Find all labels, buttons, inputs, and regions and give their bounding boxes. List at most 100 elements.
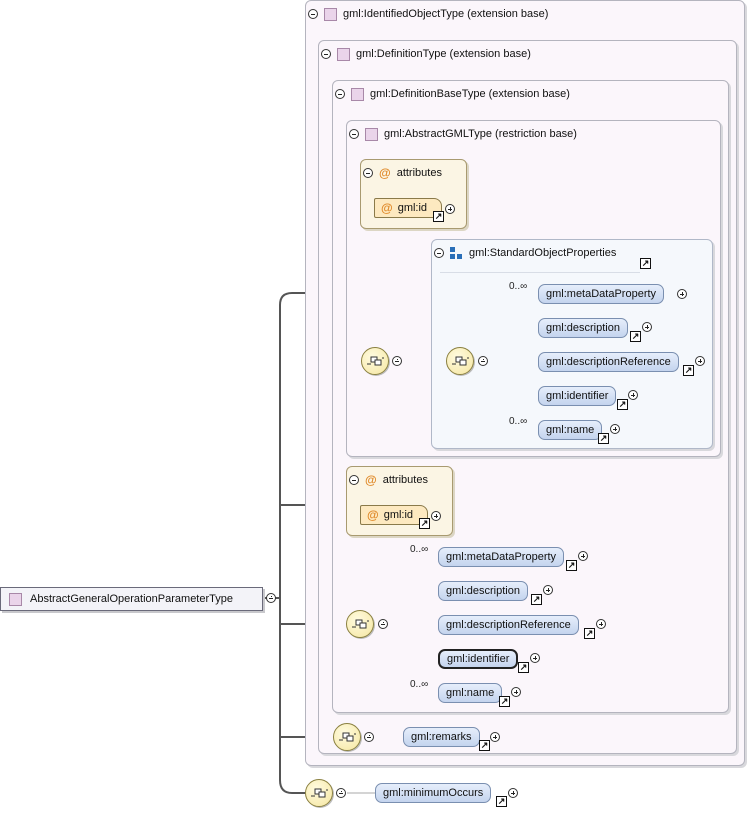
element-label: gml:description xyxy=(546,322,620,334)
element-label: gml:descriptionReference xyxy=(546,356,671,368)
complex-type-icon xyxy=(324,7,337,21)
expand-icon[interactable] xyxy=(628,390,638,400)
identified-object-type-label: gml:IdentifiedObjectType (extension base… xyxy=(343,8,549,20)
standard-object-properties-box xyxy=(431,239,713,449)
element-label: gml:minimumOccurs xyxy=(383,787,484,799)
occurrence-label: 0..∞ xyxy=(410,679,429,690)
expand-icon[interactable] xyxy=(578,551,588,561)
remarks-element[interactable]: gml:remarks xyxy=(403,727,480,747)
attributes-title: attributes xyxy=(382,474,428,486)
collapse-icon[interactable] xyxy=(392,356,402,366)
collapse-icon[interactable] xyxy=(363,168,373,178)
gml-id-attribute[interactable]: @ gml:id xyxy=(374,198,442,218)
expand-icon[interactable] xyxy=(596,619,606,629)
complex-type-icon xyxy=(337,47,350,61)
attribute-icon: @ xyxy=(365,473,377,487)
element-label: gml:metaDataProperty xyxy=(446,551,557,563)
element-label: gml:identifier xyxy=(447,653,510,665)
collapse-icon[interactable] xyxy=(308,9,318,19)
collapse-icon[interactable] xyxy=(266,593,276,603)
element-label: gml:description xyxy=(446,585,520,597)
root-type-label: AbstractGeneralOperationParameterType xyxy=(30,593,233,605)
reference-arrow-icon[interactable]: ↗ xyxy=(433,211,444,222)
sequence-compositor-icon[interactable] xyxy=(305,779,333,807)
reference-arrow-icon[interactable]: ↗ xyxy=(499,696,510,707)
sequence-compositor-icon[interactable] xyxy=(333,723,361,751)
def-element-name[interactable]: gml:name xyxy=(438,683,503,703)
occurrence-label: 0..∞ xyxy=(509,281,528,292)
complex-type-icon xyxy=(9,592,22,606)
expand-icon[interactable] xyxy=(445,204,455,214)
sop-element-name[interactable]: gml:name xyxy=(538,420,603,440)
attributes-header: @ attributes xyxy=(349,472,428,488)
reference-arrow-icon[interactable]: ↗ xyxy=(584,628,595,639)
reference-arrow-icon[interactable]: ↗ xyxy=(566,560,577,571)
identified-object-type-header: gml:IdentifiedObjectType (extension base… xyxy=(308,6,548,22)
abstract-gml-type-label: gml:AbstractGMLType (restriction base) xyxy=(384,128,577,140)
occurrence-label: 0..∞ xyxy=(410,544,429,555)
collapse-icon[interactable] xyxy=(349,129,359,139)
reference-arrow-icon[interactable]: ↗ xyxy=(630,331,641,342)
collapse-icon[interactable] xyxy=(321,49,331,59)
definition-base-type-label: gml:DefinitionBaseType (extension base) xyxy=(370,88,570,100)
def-element-descriptionreference[interactable]: gml:descriptionReference xyxy=(438,615,579,635)
sop-element-identifier[interactable]: gml:identifier xyxy=(538,386,617,406)
gml-id-label: gml:id xyxy=(383,509,414,521)
expand-icon[interactable] xyxy=(610,424,620,434)
reference-arrow-icon[interactable]: ↗ xyxy=(640,258,651,269)
sop-element-description[interactable]: gml:description xyxy=(538,318,628,338)
collapse-icon[interactable] xyxy=(335,89,345,99)
def-element-metadataproperty[interactable]: gml:metaDataProperty xyxy=(438,547,565,567)
standard-object-properties-header: gml:StandardObjectProperties xyxy=(434,245,616,261)
complex-type-icon xyxy=(365,127,378,141)
reference-arrow-icon[interactable]: ↗ xyxy=(531,594,542,605)
collapse-icon[interactable] xyxy=(378,619,388,629)
collapse-icon[interactable] xyxy=(364,732,374,742)
definition-type-header: gml:DefinitionType (extension base) xyxy=(321,46,531,62)
element-label: gml:identifier xyxy=(546,390,609,402)
expand-icon[interactable] xyxy=(511,687,521,697)
collapse-icon[interactable] xyxy=(434,248,444,258)
gml-id-attribute[interactable]: @ gml:id xyxy=(360,505,428,525)
expand-icon[interactable] xyxy=(508,788,518,798)
element-label: gml:name xyxy=(546,424,595,436)
expand-icon[interactable] xyxy=(490,732,500,742)
attribute-icon: @ xyxy=(381,201,393,215)
sequence-compositor-icon[interactable] xyxy=(346,610,374,638)
expand-icon[interactable] xyxy=(695,356,705,366)
root-complex-type[interactable]: AbstractGeneralOperationParameterType xyxy=(0,587,263,611)
collapse-icon[interactable] xyxy=(478,356,488,366)
collapse-icon[interactable] xyxy=(336,788,346,798)
reference-arrow-icon[interactable]: ↗ xyxy=(617,399,628,410)
element-label: gml:name xyxy=(446,687,495,699)
sop-element-metadataproperty[interactable]: gml:metaDataProperty xyxy=(538,284,665,304)
def-element-identifier[interactable]: gml:identifier xyxy=(438,649,519,669)
abstract-gml-type-header: gml:AbstractGMLType (restriction base) xyxy=(349,126,577,142)
sequence-compositor-icon[interactable] xyxy=(446,347,474,375)
reference-arrow-icon[interactable]: ↗ xyxy=(496,796,507,807)
reference-arrow-icon[interactable]: ↗ xyxy=(598,433,609,444)
reference-arrow-icon[interactable]: ↗ xyxy=(419,518,430,529)
gml-id-label: gml:id xyxy=(397,202,428,214)
attributes-header: @ attributes xyxy=(363,165,442,181)
expand-icon[interactable] xyxy=(677,289,687,299)
occurrence-label: 0..∞ xyxy=(509,416,528,427)
complex-type-icon xyxy=(351,87,364,101)
reference-arrow-icon[interactable]: ↗ xyxy=(683,365,694,376)
definition-type-label: gml:DefinitionType (extension base) xyxy=(356,48,531,60)
reference-arrow-icon[interactable]: ↗ xyxy=(518,662,529,673)
minimum-occurs-element[interactable]: gml:minimumOccurs xyxy=(375,783,492,803)
def-element-description[interactable]: gml:description xyxy=(438,581,528,601)
sop-element-descriptionreference[interactable]: gml:descriptionReference xyxy=(538,352,679,372)
attribute-icon: @ xyxy=(367,508,379,522)
element-label: gml:remarks xyxy=(411,731,472,743)
expand-icon[interactable] xyxy=(642,322,652,332)
sequence-compositor-icon[interactable] xyxy=(361,347,389,375)
expand-icon[interactable] xyxy=(431,511,441,521)
collapse-icon[interactable] xyxy=(349,475,359,485)
expand-icon[interactable] xyxy=(543,585,553,595)
reference-arrow-icon[interactable]: ↗ xyxy=(479,740,490,751)
attributes-title: attributes xyxy=(396,167,442,179)
expand-icon[interactable] xyxy=(530,653,540,663)
standard-object-properties-label: gml:StandardObjectProperties xyxy=(469,247,617,259)
